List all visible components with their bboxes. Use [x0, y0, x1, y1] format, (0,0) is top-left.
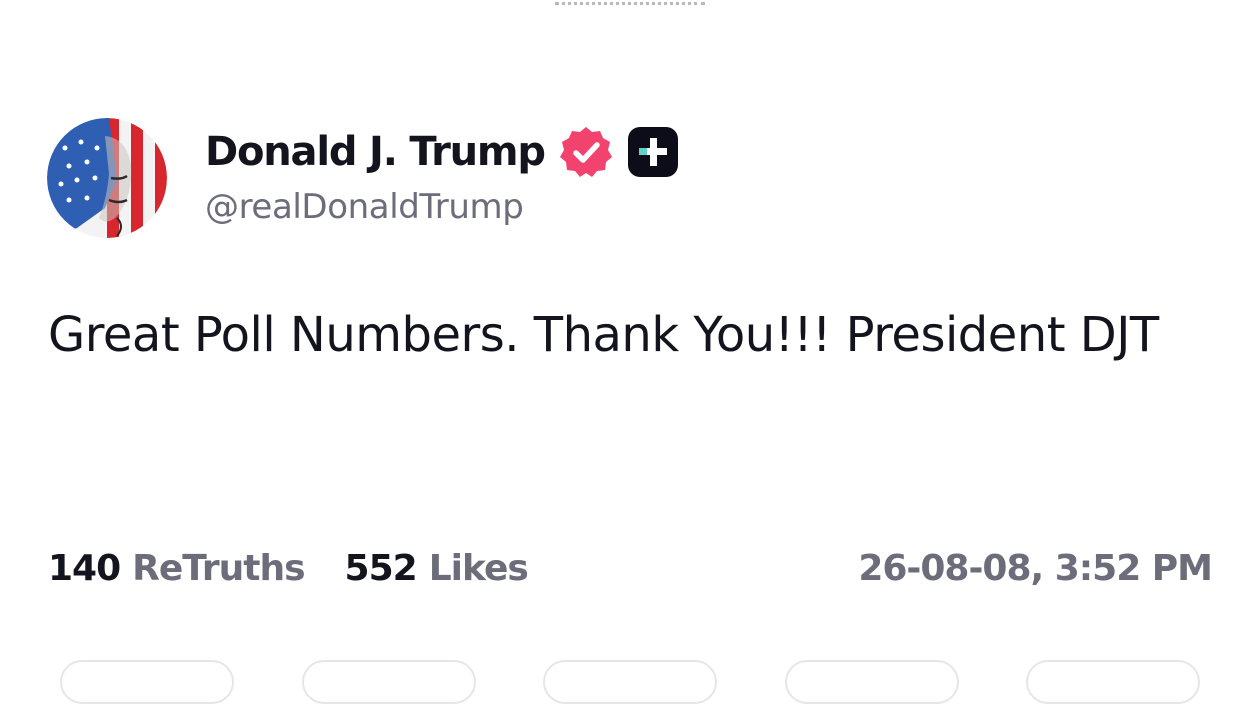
avatar-image	[47, 118, 167, 238]
post-stats: 140 ReTruths 552 Likes 26-08-08, 3:52 PM	[48, 548, 1213, 589]
truth-plus-icon	[627, 126, 679, 178]
like-button[interactable]	[543, 660, 717, 704]
retruth-button[interactable]	[301, 660, 476, 704]
avatar[interactable]	[47, 118, 167, 238]
author-name[interactable]: Donald J. Trump	[205, 129, 546, 175]
retruths-label: ReTruths	[132, 548, 305, 589]
post-timestamp: 26-08-08, 3:52 PM	[858, 548, 1213, 589]
share-button[interactable]	[784, 660, 959, 704]
action-bar	[60, 660, 1200, 704]
post-body-text: Great Poll Numbers. Thank You!!! Preside…	[48, 307, 1159, 363]
likes-stat[interactable]: 552 Likes	[344, 548, 529, 589]
author-handle[interactable]: @realDonaldTrump	[205, 187, 679, 227]
author-identity: Donald J. Trump @realDonaldTrump	[205, 125, 679, 227]
reply-button[interactable]	[60, 660, 234, 704]
retruths-stat[interactable]: 140 ReTruths	[48, 548, 306, 589]
likes-label: Likes	[428, 548, 529, 589]
more-button[interactable]	[1026, 660, 1200, 704]
post-header: Donald J. Trump @realDonaldTrump	[47, 118, 679, 238]
likes-count: 552	[344, 548, 418, 589]
name-row: Donald J. Trump	[205, 125, 679, 179]
verified-badge-icon	[559, 125, 613, 179]
retruths-count: 140	[48, 548, 121, 589]
top-edge-remnant	[0, 0, 1260, 8]
